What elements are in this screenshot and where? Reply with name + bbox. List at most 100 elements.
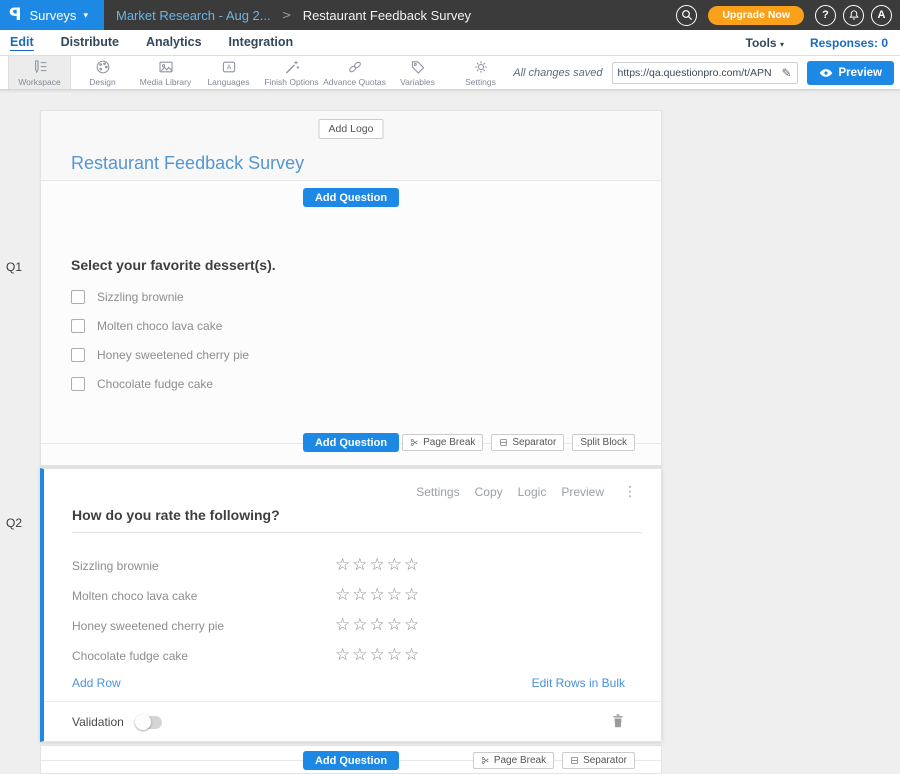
account-avatar[interactable]: A xyxy=(871,5,892,26)
q2-question-text[interactable]: How do you rate the following? xyxy=(72,507,642,533)
star-icon[interactable]: ☆ xyxy=(370,587,385,604)
toolbar-item-settings[interactable]: Settings xyxy=(449,56,512,89)
star-icon[interactable]: ☆ xyxy=(335,587,350,604)
star-icon[interactable]: ☆ xyxy=(335,557,350,574)
more-options-icon[interactable]: ⋮ xyxy=(623,484,637,500)
toolbar-item-workspace[interactable]: Workspace xyxy=(8,56,71,89)
option-label[interactable]: Sizzling brownie xyxy=(97,290,184,304)
star-icon[interactable]: ☆ xyxy=(370,617,385,634)
toolbar-item-finish-options[interactable]: Finish Options xyxy=(260,56,323,89)
add-question-button-top[interactable]: Add Question xyxy=(303,188,399,207)
preview-button[interactable]: Preview xyxy=(807,61,894,85)
add-logo-button[interactable]: Add Logo xyxy=(319,119,384,139)
tab-integration[interactable]: Integration xyxy=(229,35,294,50)
advance-quotas-icon xyxy=(347,59,363,75)
separator-icon xyxy=(499,438,508,447)
star-icon[interactable]: ☆ xyxy=(352,647,367,664)
rating-row-label[interactable]: Chocolate fudge cake xyxy=(72,649,188,663)
option-label[interactable]: Honey sweetened cherry pie xyxy=(97,348,249,362)
star-icon[interactable]: ☆ xyxy=(370,647,385,664)
rating-row-label[interactable]: Honey sweetened cherry pie xyxy=(72,619,224,633)
tab-edit[interactable]: Edit xyxy=(10,35,34,51)
add-row-link[interactable]: Add Row xyxy=(72,676,121,690)
tools-menu[interactable]: Tools ▾ xyxy=(746,36,784,50)
topbar-actions: Upgrade Now ? A xyxy=(676,5,900,26)
star-icon[interactable]: ☆ xyxy=(404,617,419,634)
validation-toggle[interactable] xyxy=(136,716,162,729)
bell-icon xyxy=(848,9,860,21)
star-icon[interactable]: ☆ xyxy=(387,557,402,574)
checkbox[interactable] xyxy=(71,290,85,304)
settings-icon xyxy=(473,59,489,75)
star-icon[interactable]: ☆ xyxy=(404,587,419,604)
page-break-button[interactable]: Page Break xyxy=(402,434,483,451)
upgrade-now-button[interactable]: Upgrade Now xyxy=(708,6,804,25)
star-icon[interactable]: ☆ xyxy=(352,557,367,574)
breadcrumb-folder[interactable]: Market Research - Aug 2... xyxy=(116,8,271,23)
star-icon[interactable]: ☆ xyxy=(370,557,385,574)
star-icon[interactable]: ☆ xyxy=(404,557,419,574)
star-icon[interactable]: ☆ xyxy=(387,617,402,634)
separator-button[interactable]: Separator xyxy=(562,752,635,769)
split-block-button[interactable]: Split Block xyxy=(572,434,635,451)
breadcrumb-survey-name[interactable]: Restaurant Feedback Survey xyxy=(303,8,471,23)
star-rating: ☆☆☆☆☆ xyxy=(335,557,419,574)
q1-option-row: Chocolate fudge cake xyxy=(71,377,213,391)
add-question-button-bottom[interactable]: Add Question xyxy=(303,751,399,770)
surveys-app-menu[interactable]: P Surveys ▾ xyxy=(0,0,104,30)
question-number-q1: Q1 xyxy=(6,260,22,274)
rating-row-label[interactable]: Sizzling brownie xyxy=(72,559,159,573)
responses-count[interactable]: Responses: 0 xyxy=(810,36,888,50)
question-preview-link[interactable]: Preview xyxy=(561,485,604,499)
checkbox[interactable] xyxy=(71,348,85,362)
tab-distribute[interactable]: Distribute xyxy=(61,35,119,50)
breadcrumb-chevron-icon: > xyxy=(282,8,292,22)
q1-option-row: Honey sweetened cherry pie xyxy=(71,348,249,362)
validation-label: Validation xyxy=(72,715,124,729)
help-button[interactable]: ? xyxy=(815,5,836,26)
question-card-q2-selected[interactable]: Settings Copy Logic Preview ⋮ How do you… xyxy=(40,468,662,742)
question-copy-link[interactable]: Copy xyxy=(475,485,503,499)
star-icon[interactable]: ☆ xyxy=(387,587,402,604)
star-rating: ☆☆☆☆☆ xyxy=(335,617,419,634)
page-break-button[interactable]: Page Break xyxy=(473,752,554,769)
variables-icon xyxy=(410,59,426,75)
question-settings-link[interactable]: Settings xyxy=(416,485,459,499)
scissors-icon xyxy=(481,756,490,765)
checkbox[interactable] xyxy=(71,319,85,333)
question-logic-link[interactable]: Logic xyxy=(518,485,547,499)
block-actions: Page Break Separator Split Block xyxy=(402,434,635,451)
add-question-button-mid[interactable]: Add Question xyxy=(303,433,399,452)
edit-rows-in-bulk-link[interactable]: Edit Rows in Bulk xyxy=(532,676,625,690)
save-status-text: All changes saved xyxy=(513,67,602,79)
eye-icon xyxy=(819,68,833,78)
tab-analytics[interactable]: Analytics xyxy=(146,35,202,50)
star-icon[interactable]: ☆ xyxy=(352,617,367,634)
toolbar-item-languages[interactable]: A Languages xyxy=(197,56,260,89)
q1-question-text[interactable]: Select your favorite dessert(s). xyxy=(71,257,276,273)
search-button[interactable] xyxy=(676,5,697,26)
star-icon[interactable]: ☆ xyxy=(404,647,419,664)
delete-question-button[interactable] xyxy=(611,713,625,734)
option-label[interactable]: Molten choco lava cake xyxy=(97,319,222,333)
star-icon[interactable]: ☆ xyxy=(352,587,367,604)
q1-option-row: Sizzling brownie xyxy=(71,290,184,304)
star-icon[interactable]: ☆ xyxy=(387,647,402,664)
survey-title[interactable]: Restaurant Feedback Survey xyxy=(71,153,304,174)
rating-row-label[interactable]: Molten choco lava cake xyxy=(72,589,197,603)
separator-icon xyxy=(570,756,579,765)
toolbar-item-media-library[interactable]: Media Library xyxy=(134,56,197,89)
option-label[interactable]: Chocolate fudge cake xyxy=(97,377,213,391)
survey-url-input[interactable] xyxy=(613,67,777,79)
toolbar-item-advance-quotas[interactable]: Advance Quotas xyxy=(323,56,386,89)
star-icon[interactable]: ☆ xyxy=(335,647,350,664)
languages-icon: A xyxy=(221,59,237,75)
separator-button[interactable]: Separator xyxy=(491,434,564,451)
edit-url-pencil-icon[interactable]: ✎ xyxy=(777,66,797,80)
checkbox[interactable] xyxy=(71,377,85,391)
star-icon[interactable]: ☆ xyxy=(335,617,350,634)
toolbar-item-variables[interactable]: Variables xyxy=(386,56,449,89)
question-action-menu: Settings Copy Logic Preview ⋮ xyxy=(416,484,637,500)
toolbar-item-design[interactable]: Design xyxy=(71,56,134,89)
notifications-button[interactable] xyxy=(843,5,864,26)
